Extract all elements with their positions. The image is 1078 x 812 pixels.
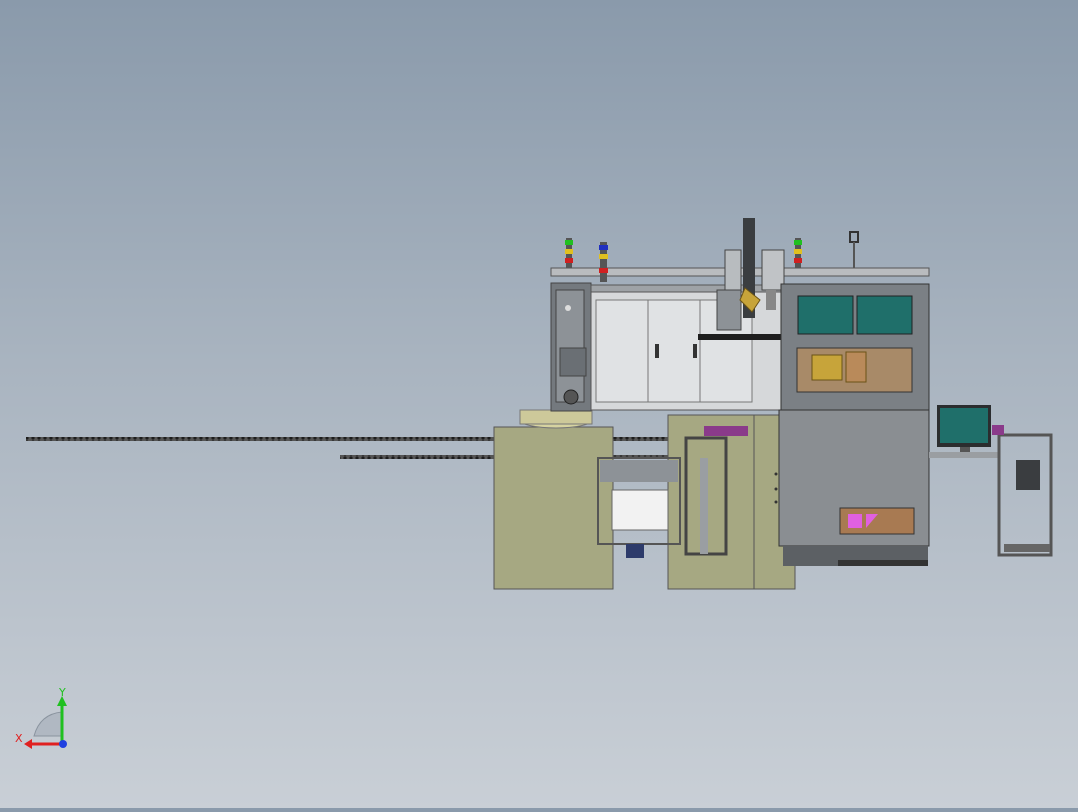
signal-tower-left bbox=[565, 238, 573, 268]
bracket-hook bbox=[849, 231, 859, 268]
triad-y-label: Y bbox=[59, 686, 66, 699]
cad-viewport[interactable]: Y X bbox=[0, 0, 1078, 808]
work-cell bbox=[780, 283, 930, 411]
monitor bbox=[937, 405, 991, 453]
coordinate-triad: Y X bbox=[10, 684, 80, 754]
signal-tower-middle bbox=[599, 242, 608, 282]
triad-x-label: X bbox=[15, 732, 23, 745]
machine-assembly-drawing bbox=[26, 218, 1053, 590]
left-cabinet bbox=[493, 409, 614, 590]
right-cabinet bbox=[774, 409, 930, 566]
signal-tower-right bbox=[794, 238, 802, 268]
conveyor-chain-upper bbox=[26, 437, 726, 441]
